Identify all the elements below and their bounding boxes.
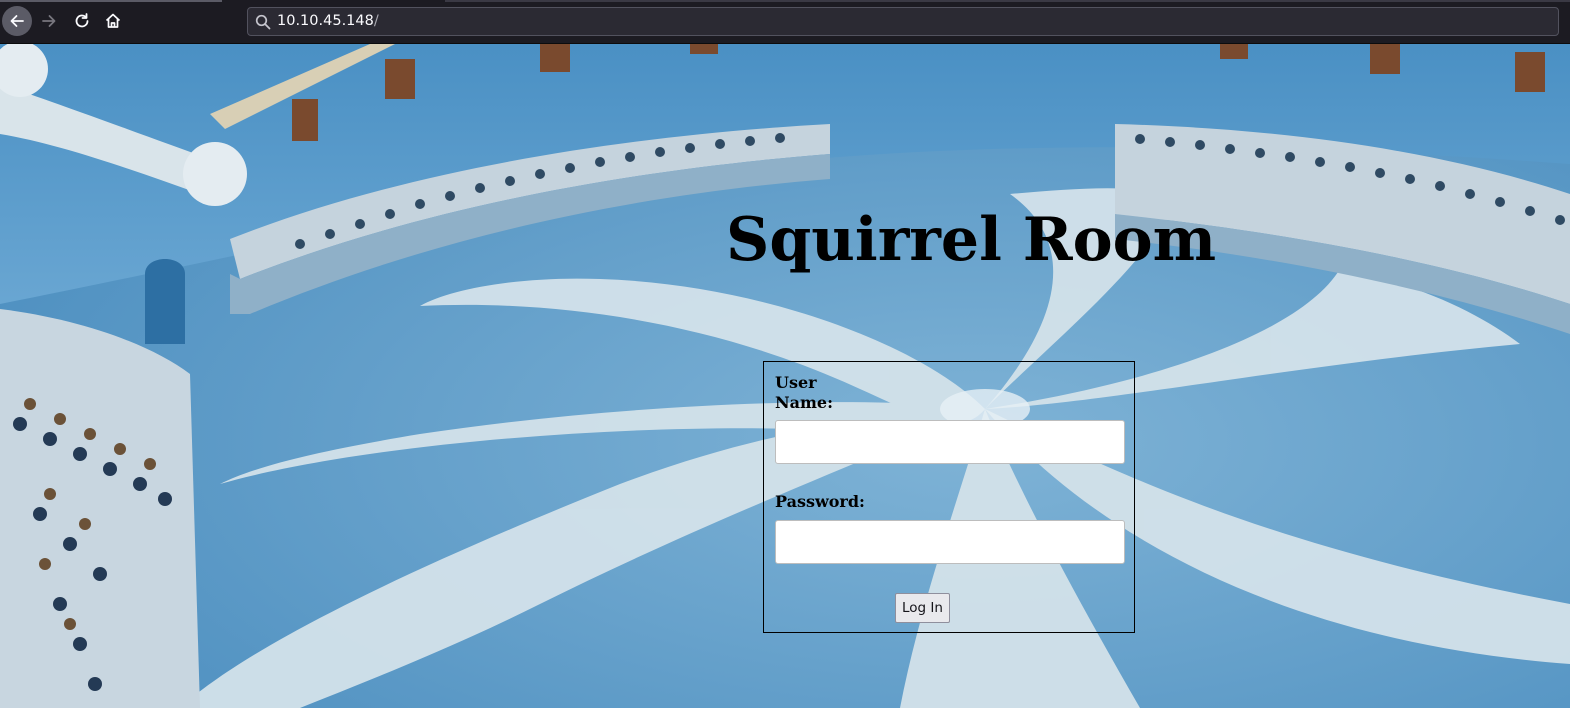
password-input[interactable] bbox=[775, 520, 1125, 564]
reload-button[interactable] bbox=[67, 6, 97, 36]
page-title: Squirrel Room bbox=[726, 205, 1217, 275]
username-input[interactable] bbox=[775, 420, 1125, 464]
forward-button[interactable] bbox=[34, 6, 64, 36]
search-icon bbox=[255, 14, 271, 30]
login-button[interactable]: Log In bbox=[895, 593, 950, 623]
password-label: Password: bbox=[775, 492, 865, 511]
arrow-right-icon bbox=[42, 15, 56, 27]
home-icon bbox=[105, 13, 121, 28]
reload-icon bbox=[75, 13, 89, 28]
url-host: 10.10.45.148 bbox=[277, 13, 374, 29]
active-tab-indicator bbox=[0, 0, 222, 2]
tab-strip-edge bbox=[445, 0, 1570, 2]
browser-toolbar: 10.10.45.148/ bbox=[0, 0, 1570, 44]
login-form: User Name: Password: Log In bbox=[763, 361, 1135, 633]
home-button[interactable] bbox=[98, 6, 128, 36]
url-path: / bbox=[373, 13, 379, 29]
url-text[interactable]: 10.10.45.148/ bbox=[277, 13, 379, 29]
address-bar[interactable]: 10.10.45.148/ bbox=[247, 7, 1559, 36]
page-content: Squirrel Room User Name: Password: Log I… bbox=[0, 44, 1570, 708]
username-label: User Name: bbox=[775, 373, 834, 412]
back-button[interactable] bbox=[2, 6, 32, 36]
arrow-left-icon bbox=[10, 15, 24, 27]
